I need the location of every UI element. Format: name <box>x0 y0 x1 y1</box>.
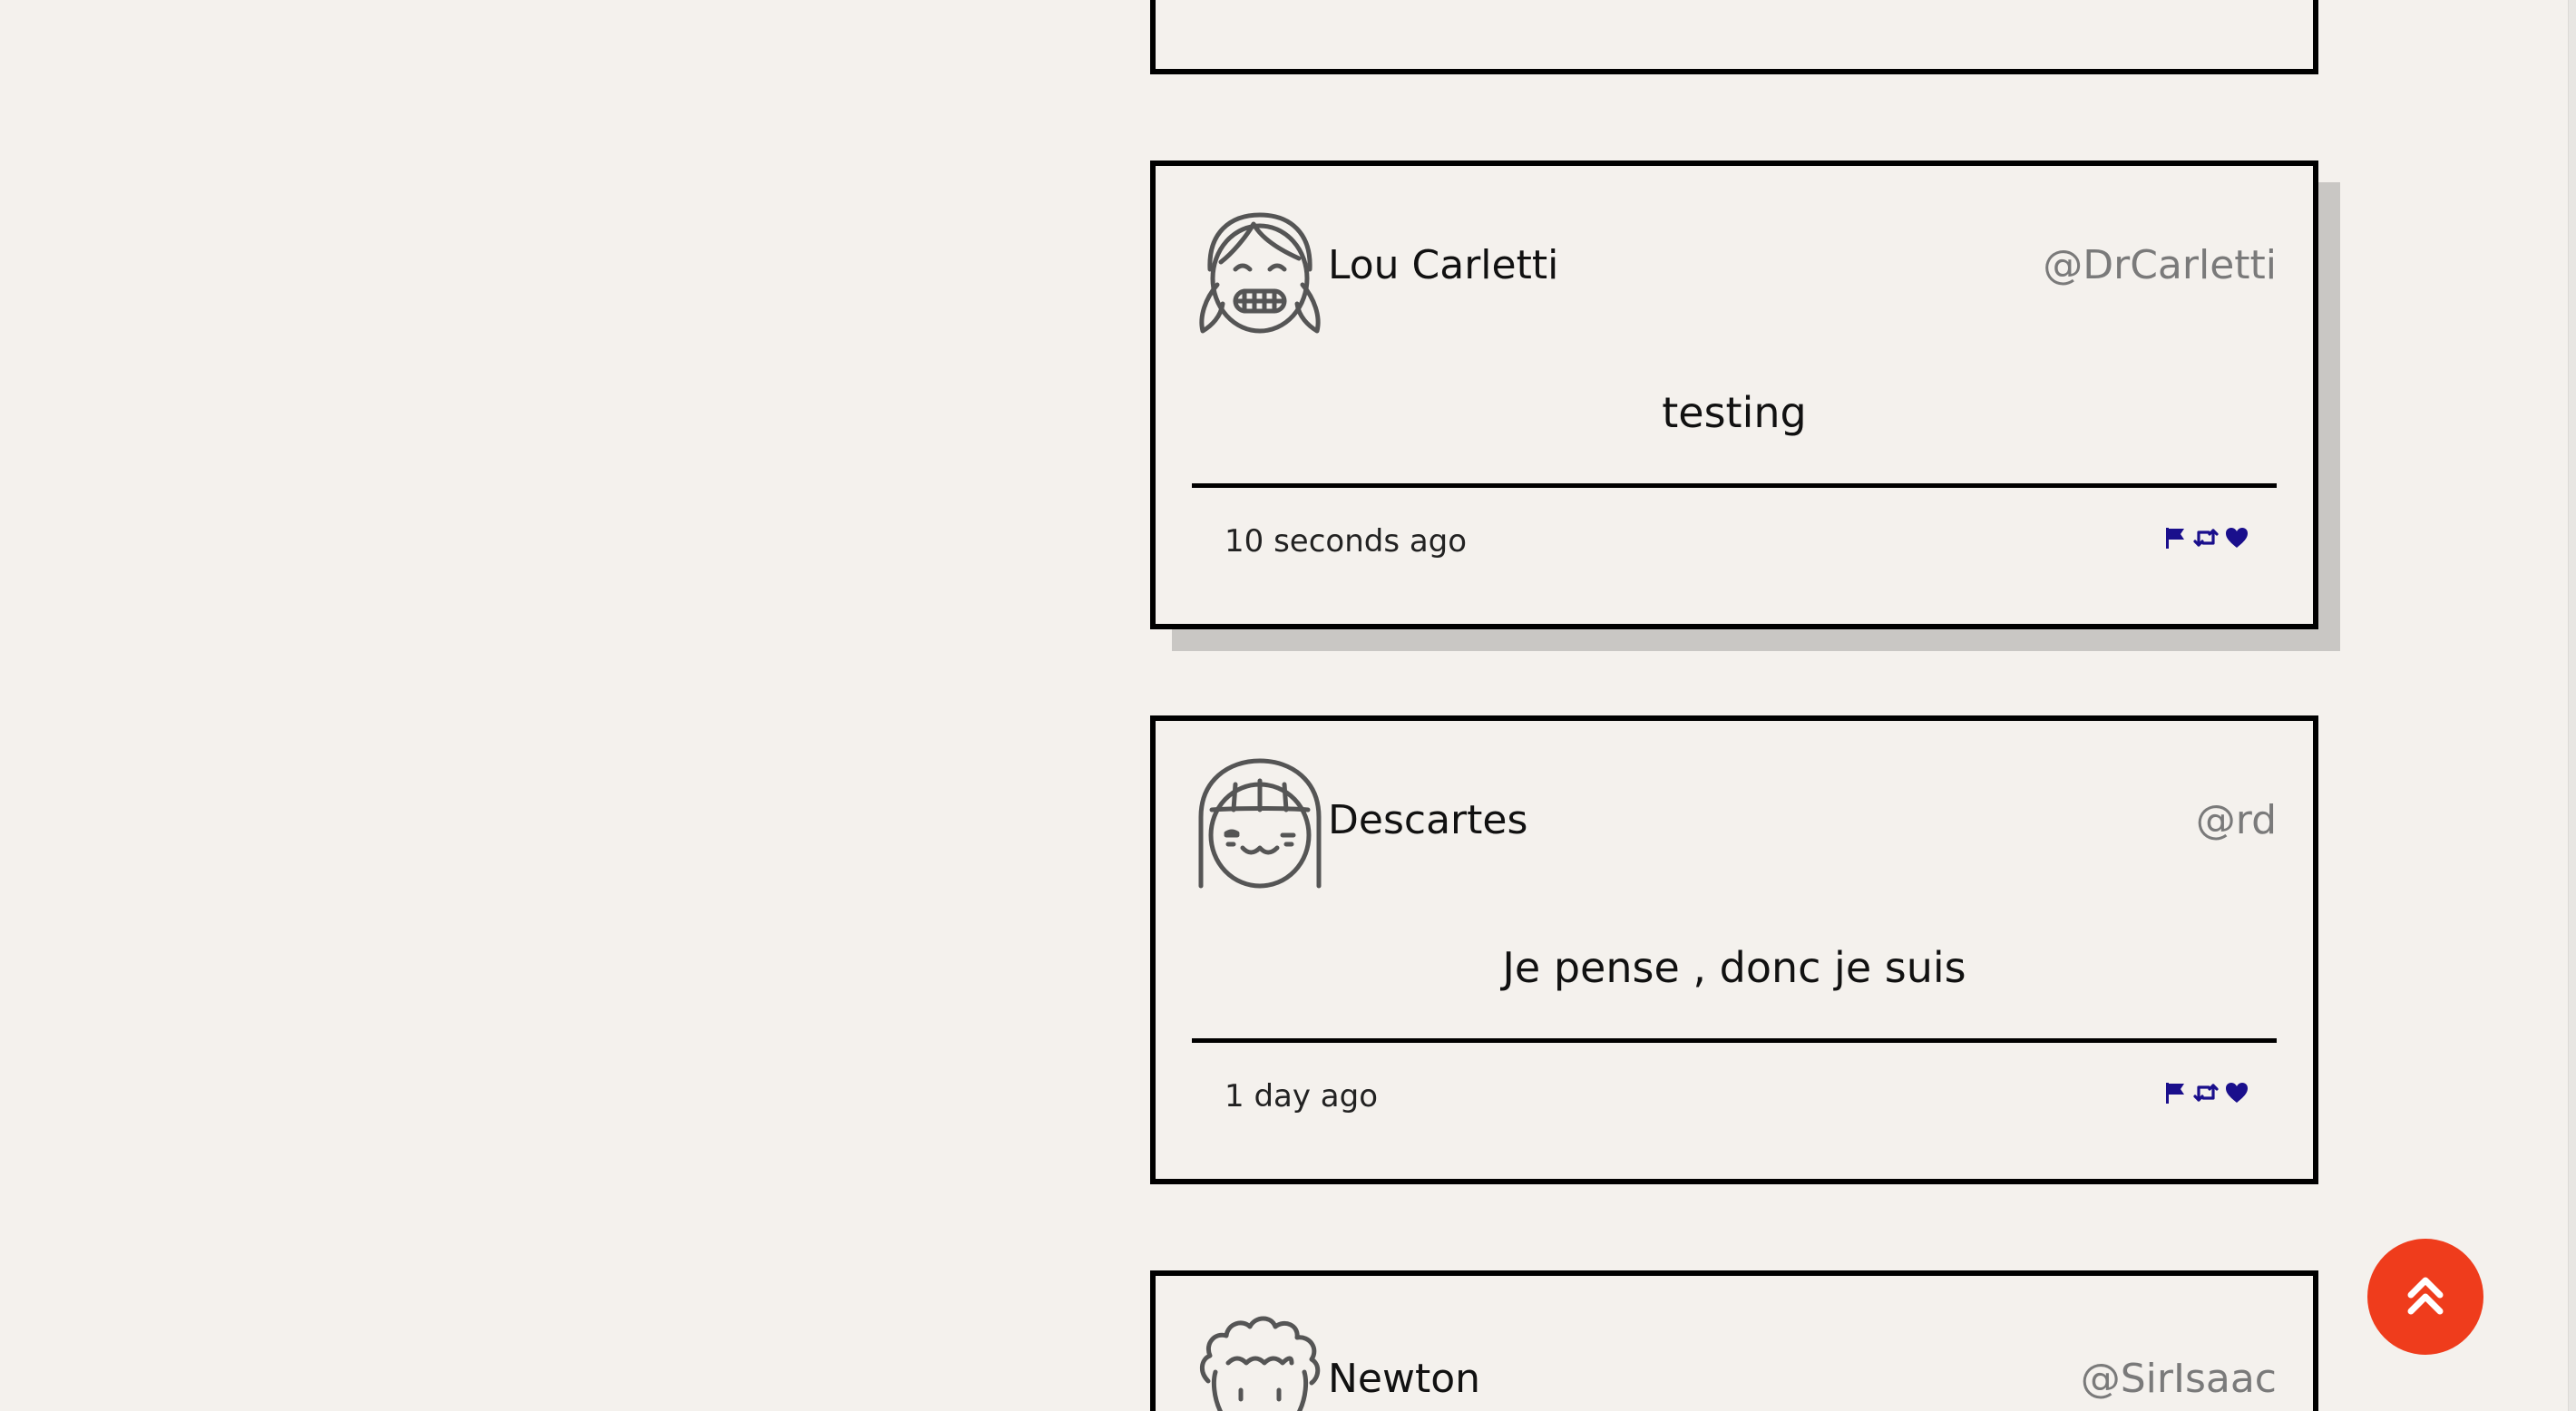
tweet-timestamp: 1 day ago <box>1225 1078 1379 1114</box>
flag-icon[interactable] <box>2162 1080 2188 1105</box>
tweet-divider <box>1192 1038 2277 1043</box>
double-chevron-up-icon <box>2407 1277 2444 1315</box>
tweet-card: Descartes @rd Je pense , donc je suis 1 … <box>1150 715 2318 1184</box>
user-handle[interactable]: @rd <box>2196 795 2277 846</box>
retweet-icon[interactable] <box>2193 1080 2219 1105</box>
display-name[interactable]: Newton <box>1328 1354 1480 1405</box>
tweet-header: Lou Carletti @DrCarletti <box>1192 199 2277 335</box>
tweet-text: Je pense , donc je suis <box>1502 943 1966 992</box>
tweet-card: Lou Carletti @DrCarletti testing 10 seco… <box>1150 161 2318 629</box>
tweet-header: Newton @SirIsaac <box>1192 1309 2277 1411</box>
heart-icon[interactable] <box>2224 525 2249 550</box>
retweet-icon[interactable] <box>2193 525 2219 550</box>
girl-pigtails-grin-avatar-icon[interactable] <box>1192 199 1328 335</box>
tweet-timestamp: 10 seconds ago <box>1225 523 1468 560</box>
curly-hair-avatar-icon[interactable] <box>1192 1309 1328 1411</box>
display-name[interactable]: Lou Carletti <box>1328 240 1558 291</box>
tweet-card <box>1150 0 2318 74</box>
page-scrollbar[interactable] <box>2568 0 2576 1411</box>
heart-icon[interactable] <box>2224 1080 2249 1105</box>
user-handle[interactable]: @DrCarletti <box>2043 240 2277 291</box>
display-name[interactable]: Descartes <box>1328 795 1527 846</box>
girl-bob-smile-avatar-icon[interactable] <box>1192 754 1328 890</box>
tweet-text: testing <box>1662 388 1807 437</box>
tweet-header: Descartes @rd <box>1192 754 2277 890</box>
tweet-divider <box>1192 483 2277 488</box>
scroll-to-top-button[interactable] <box>2367 1239 2483 1355</box>
user-handle[interactable]: @SirIsaac <box>2081 1354 2277 1405</box>
flag-icon[interactable] <box>2162 525 2188 550</box>
tweet-actions <box>2162 1080 2249 1105</box>
feed-page: Lou Carletti @DrCarletti testing 10 seco… <box>0 0 2576 1411</box>
tweet-card: Newton @SirIsaac <box>1150 1270 2318 1411</box>
tweet-actions <box>2162 525 2249 550</box>
